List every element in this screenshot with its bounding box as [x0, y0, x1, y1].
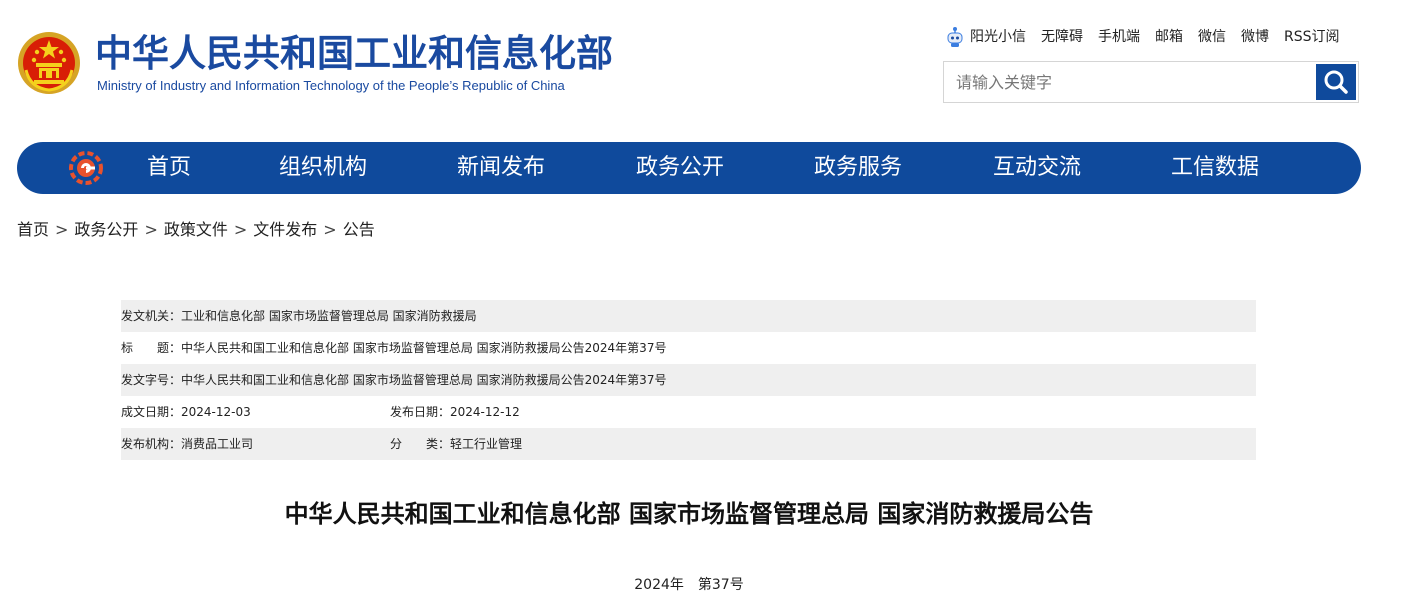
- meta-label: 发文机关：: [121, 309, 182, 323]
- meta-row-title: 标 题：中华人民共和国工业和信息化部 国家市场监督管理总局 国家消防救援局公告2…: [121, 332, 1256, 364]
- nav-home[interactable]: 首页: [147, 142, 191, 194]
- link-mail[interactable]: 邮箱: [1155, 27, 1183, 47]
- breadcrumb-separator: >: [55, 220, 69, 239]
- meta-category: 分 类：轻工行业管理: [390, 428, 522, 460]
- meta-value: 轻工行业管理: [450, 437, 523, 451]
- meta-value: 工业和信息化部 国家市场监督管理总局 国家消防救援局: [181, 309, 477, 323]
- meta-label: 成文日期：: [121, 405, 182, 419]
- miit-logo-icon[interactable]: [69, 151, 103, 185]
- nav-interaction[interactable]: 互动交流: [993, 142, 1081, 194]
- site-title[interactable]: 中华人民共和国工业和信息化部: [95, 32, 613, 76]
- meta-value: 中华人民共和国工业和信息化部 国家市场监督管理总局 国家消防救援局公告2024年…: [181, 373, 667, 387]
- meta-value: 中华人民共和国工业和信息化部 国家市场监督管理总局 国家消防救援局公告2024年…: [181, 341, 667, 355]
- breadcrumb-home[interactable]: 首页: [17, 220, 49, 239]
- breadcrumb-separator: >: [144, 220, 158, 239]
- nav-data[interactable]: 工信数据: [1171, 142, 1259, 194]
- document-meta-table: 发文机关：工业和信息化部 国家市场监督管理总局 国家消防救援局 标 题：中华人民…: [121, 300, 1256, 460]
- nav-services[interactable]: 政务服务: [814, 142, 902, 194]
- link-accessibility[interactable]: 无障碍: [1041, 27, 1083, 47]
- link-weibo[interactable]: 微博: [1241, 27, 1269, 47]
- main-nav: 首页 组织机构 新闻发布 政务公开 政务服务 互动交流 工信数据: [17, 142, 1361, 194]
- meta-value: 消费品工业司: [181, 437, 254, 451]
- breadcrumb-separator: >: [233, 220, 248, 239]
- search-button[interactable]: [1316, 64, 1356, 100]
- search-box: [943, 61, 1359, 103]
- meta-label: 发布日期：: [390, 405, 451, 419]
- breadcrumb-separator: >: [323, 220, 337, 239]
- meta-label: 发布机构：: [121, 437, 182, 451]
- search-input[interactable]: [944, 62, 1316, 102]
- breadcrumb-file-release[interactable]: 文件发布: [253, 220, 317, 239]
- meta-row-dates: 成文日期：2024-12-03 发布日期：2024-12-12: [121, 396, 1256, 428]
- national-emblem-icon[interactable]: [16, 30, 82, 96]
- link-wechat[interactable]: 微信: [1198, 27, 1226, 47]
- document-title: 中华人民共和国工业和信息化部 国家市场监督管理总局 国家消防救援局公告: [284, 500, 1094, 528]
- meta-row-org: 发布机构：消费品工业司 分 类：轻工行业管理: [121, 428, 1256, 460]
- document-number: 2024年 第37号: [634, 577, 744, 593]
- site-subtitle: Ministry of Industry and Information Tec…: [97, 78, 565, 93]
- breadcrumb: 首页 > 政务公开 > 政策文件 > 文件发布 > 公告: [17, 216, 375, 240]
- breadcrumb-announcement[interactable]: 公告: [343, 220, 375, 239]
- link-sunshine[interactable]: 阳光小信: [970, 27, 1026, 47]
- meta-published: 发布日期：2024-12-12: [390, 396, 520, 428]
- search-icon: [1324, 70, 1348, 94]
- nav-news[interactable]: 新闻发布: [457, 142, 545, 194]
- top-links: 阳光小信 无障碍 手机端 邮箱 微信 微博 RSS订阅: [946, 26, 1340, 48]
- link-mobile[interactable]: 手机端: [1098, 27, 1140, 47]
- site-header: 中华人民共和国工业和信息化部 Ministry of Industry and …: [0, 0, 1406, 130]
- meta-label: 标 题：: [121, 341, 182, 355]
- breadcrumb-gov-affairs[interactable]: 政务公开: [74, 220, 138, 239]
- link-rss[interactable]: RSS订阅: [1284, 27, 1340, 47]
- nav-organization[interactable]: 组织机构: [279, 142, 367, 194]
- meta-value: 2024-12-03: [181, 405, 251, 419]
- meta-label: 分 类：: [390, 437, 451, 451]
- meta-value: 2024-12-12: [450, 405, 520, 419]
- meta-row-docno: 发文字号：中华人民共和国工业和信息化部 国家市场监督管理总局 国家消防救援局公告…: [121, 364, 1256, 396]
- meta-label: 发文字号：: [121, 373, 182, 387]
- breadcrumb-policy-files[interactable]: 政策文件: [164, 220, 228, 239]
- meta-row-issuer: 发文机关：工业和信息化部 国家市场监督管理总局 国家消防救援局: [121, 300, 1256, 332]
- nav-government-affairs[interactable]: 政务公开: [636, 142, 724, 194]
- robot-icon[interactable]: [946, 26, 964, 48]
